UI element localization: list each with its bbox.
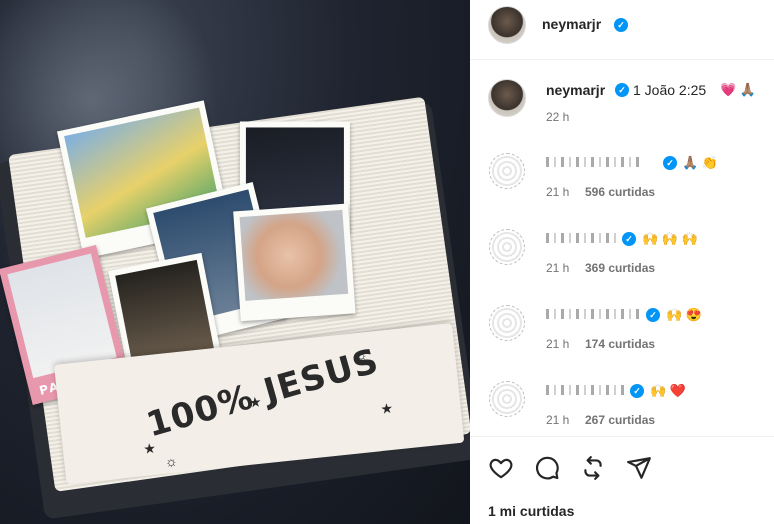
author-avatar[interactable] (488, 6, 526, 44)
polaroid-photo-baby (233, 203, 356, 322)
comment-likes[interactable]: 267 curtidas (585, 413, 655, 427)
banner-text: 100% JESUS (142, 341, 384, 446)
sun-doodle-icon: ☼ (163, 452, 179, 470)
commenter-username-blurred[interactable] (546, 309, 644, 319)
caption-text: 1 João 2:25 (633, 82, 707, 98)
comment-text: 🙌 ❤️ (650, 383, 686, 398)
caption-username[interactable]: neymarjr (546, 82, 605, 98)
comment-time[interactable]: 21 h (546, 185, 569, 199)
repost-icon[interactable] (580, 455, 606, 481)
caption-time[interactable]: 22 h (546, 110, 569, 124)
comment-text: 🙌 😍 (666, 307, 702, 322)
verified-badge-icon: ✓ (646, 308, 660, 322)
likes-count[interactable]: 1 mi curtidas (488, 503, 574, 519)
commenter-username-blurred[interactable] (546, 233, 618, 243)
comment-likes[interactable]: 369 curtidas (585, 261, 655, 275)
post-photo[interactable]: PAPAI ☼ ★ ★ ★ ☼ 100% JESUS (0, 0, 470, 524)
commenter-username-blurred[interactable] (546, 385, 628, 395)
share-icon[interactable] (626, 455, 652, 481)
verified-badge-icon: ✓ (663, 156, 677, 170)
comment-icon[interactable] (534, 455, 560, 481)
commenter-avatar[interactable] (489, 153, 525, 189)
comment-time[interactable]: 21 h (546, 337, 569, 351)
comment-time[interactable]: 21 h (546, 413, 569, 427)
post-sidebar: neymarjr ✓ neymarjr ✓ 1 João 2:25 💗 🙏🏽 2… (470, 0, 774, 524)
verified-badge-icon: ✓ (622, 232, 636, 246)
commenter-avatar[interactable] (489, 305, 525, 341)
bible-with-photos: PAPAI ☼ ★ ★ ★ ☼ 100% JESUS (0, 91, 470, 524)
star-icon: ★ (379, 399, 394, 417)
comment-likes[interactable]: 596 curtidas (585, 185, 655, 199)
post-header: neymarjr ✓ (470, 0, 774, 60)
commenter-avatar[interactable] (489, 381, 525, 417)
verified-badge-icon: ✓ (630, 384, 644, 398)
comment-likes[interactable]: 174 curtidas (585, 337, 655, 351)
verified-badge-icon: ✓ (614, 18, 628, 32)
comment-text: 🙌 🙌 🙌 (642, 231, 698, 246)
action-bar: 1 mi curtidas (470, 436, 774, 524)
heart-icon[interactable] (488, 455, 514, 481)
verified-badge-icon: ✓ (615, 83, 629, 97)
commenter-avatar[interactable] (489, 229, 525, 265)
caption-emojis: 💗 🙏🏽 (720, 82, 756, 97)
comment-time[interactable]: 21 h (546, 261, 569, 275)
caption-avatar[interactable] (488, 79, 526, 117)
header-username[interactable]: neymarjr (542, 16, 601, 32)
comment-text: 🙏🏽 👏 (682, 155, 718, 170)
commenter-username-blurred[interactable] (546, 157, 642, 167)
